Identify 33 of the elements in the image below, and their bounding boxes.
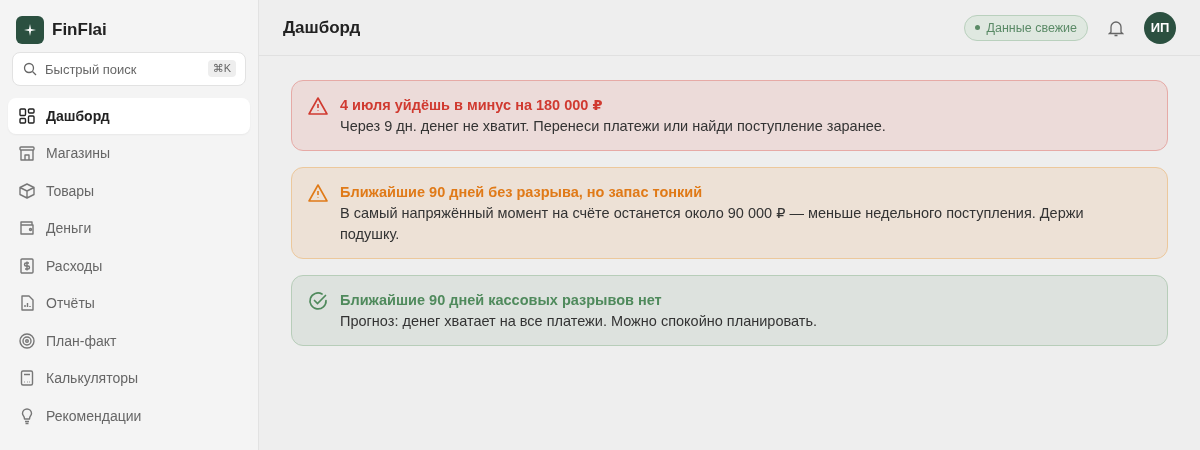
sidebar-item[interactable]: Отчёты — [8, 285, 250, 321]
status-badge: Данные свежие — [963, 14, 1088, 41]
bell-icon[interactable] — [1108, 18, 1124, 37]
alert-title: Ближайшие 90 дней без разрыва, но запас тонкий — [340, 183, 704, 202]
alert-title: Ближайшие 90 дней кассовых разрывов нет — [340, 291, 663, 310]
page-title: Дашборд — [283, 17, 361, 38]
warning-icon — [308, 96, 328, 116]
logo-icon — [16, 16, 44, 44]
alert-text: В самый напряжённый момент на счёте останется около 90 000 ₽ — меньше недельного поступления. Держи подушку. — [340, 204, 1085, 244]
warning-icon — [308, 183, 328, 203]
target-icon — [18, 331, 36, 350]
brand-name: FinFlai — [52, 20, 107, 40]
user-avatar[interactable]: ИП — [1144, 11, 1176, 44]
sidebar-item[interactable]: План-факт — [8, 323, 250, 359]
sidebar-item[interactable]: Рекомендации — [8, 398, 250, 434]
dashboard-icon — [18, 106, 36, 125]
store-icon — [18, 144, 36, 163]
sidebar-item[interactable]: Калькуляторы — [8, 360, 250, 396]
check-circle-icon — [308, 291, 328, 311]
box-icon — [18, 181, 36, 200]
sidebar-item[interactable]: Расходы — [8, 248, 250, 284]
sidebar-item[interactable]: Деньги — [8, 210, 250, 246]
sidebar-item[interactable]: Товары — [8, 173, 250, 209]
shortcut-badge: ⌘K — [207, 60, 236, 77]
calculator-icon — [18, 369, 36, 388]
alert-text: Через 9 дн. денег не хватит. Перенеси платежи или найди поступление заранее. — [340, 117, 886, 136]
alert-title: 4 июля уйдёшь в минус на 180 000 ₽ — [340, 96, 604, 115]
sidebar-item[interactable]: Магазины — [8, 135, 250, 171]
sidebar-item[interactable]: Дашборд — [8, 98, 250, 134]
alert-text: Прогноз: денег хватает на все платежи. Можно спокойно планировать. — [340, 312, 817, 331]
wallet-icon — [18, 219, 36, 238]
report-icon — [18, 294, 36, 313]
receipt-icon — [18, 256, 36, 275]
